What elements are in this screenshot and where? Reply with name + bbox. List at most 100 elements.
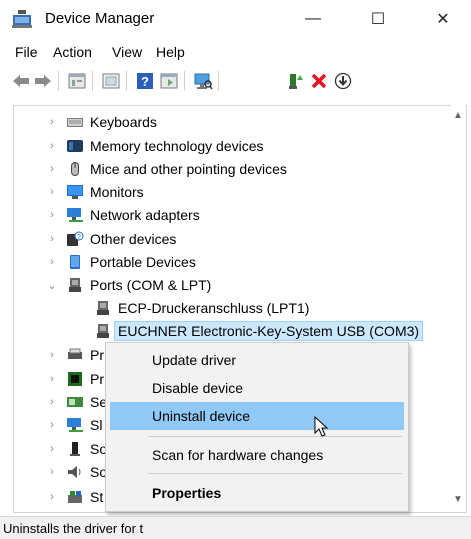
tree-item-label: Pr: [90, 347, 104, 363]
tree-item-memory-technology[interactable]: Memory technology devices: [66, 135, 264, 157]
status-text: Uninstalls the driver for t: [3, 521, 144, 536]
menu-item-label: Disable device: [152, 380, 244, 396]
properties-icon[interactable]: [66, 70, 88, 92]
toolbar: ?: [0, 66, 471, 98]
forward-icon[interactable]: [32, 70, 54, 92]
menu-item-label: Properties: [152, 485, 222, 501]
tree-item-ecp-port[interactable]: ECP-Druckeranschluss (LPT1): [94, 297, 309, 319]
expand-chevron-icon[interactable]: ›: [47, 391, 57, 413]
context-menu: Update driver Disable device Uninstall d…: [105, 342, 409, 512]
menu-separator: [148, 436, 402, 437]
scroll-up-icon[interactable]: ▲: [451, 107, 465, 123]
tree-item-ports[interactable]: Ports (COM & LPT): [66, 274, 211, 296]
menu-item-label: Uninstall device: [152, 408, 251, 424]
help-icon[interactable]: ?: [134, 70, 156, 92]
tree-item-keyboards[interactable]: Keyboards: [66, 111, 157, 133]
tree-item-print-queues[interactable]: Pr: [66, 344, 104, 366]
update-driver-menu-item[interactable]: Update driver: [110, 346, 404, 374]
scan-hardware-menu-item[interactable]: Scan for hardware changes: [110, 441, 404, 469]
port-icon: [69, 278, 81, 292]
tree-item-label: Ports (COM & LPT): [90, 277, 212, 293]
minimize-button[interactable]: —: [290, 0, 336, 38]
show-hidden-icon[interactable]: [100, 70, 122, 92]
expand-chevron-icon[interactable]: ›: [47, 228, 57, 250]
monitor-icon: [67, 185, 83, 199]
details-icon[interactable]: [158, 70, 180, 92]
tree-item-label: St: [90, 489, 104, 505]
svg-text:?: ?: [141, 74, 149, 89]
software-device-icon: [70, 442, 80, 456]
tree-item-label: Network adapters: [90, 207, 200, 223]
svg-text:?: ?: [77, 234, 81, 241]
close-button[interactable]: ✕: [420, 0, 466, 38]
window-title: Device Manager: [45, 10, 155, 27]
menu-help[interactable]: Help: [156, 44, 185, 60]
menu-view[interactable]: View: [112, 44, 142, 60]
expand-chevron-icon[interactable]: ›: [47, 111, 57, 133]
toolbar-separator: [126, 71, 127, 91]
status-bar: Uninstalls the driver for t: [0, 516, 471, 539]
tree-item-network-adapters[interactable]: Network adapters: [66, 204, 200, 226]
menu-bar: File Action View Help: [0, 40, 471, 64]
tree-item-portable-devices[interactable]: Portable Devices: [66, 251, 196, 273]
sound-icon: [68, 466, 81, 478]
tree-item-label: Other devices: [90, 231, 177, 247]
uninstall-device-menu-item[interactable]: Uninstall device: [110, 402, 404, 430]
menu-item-label: Scan for hardware changes: [152, 447, 324, 463]
disable-icon[interactable]: [332, 70, 354, 92]
mouse-icon: [71, 162, 79, 176]
update-driver-icon[interactable]: [285, 70, 307, 92]
tree-item-label: Sl: [90, 417, 103, 433]
maximize-button[interactable]: ☐: [355, 0, 401, 38]
tree-item-mice[interactable]: Mice and other pointing devices: [66, 158, 287, 180]
expand-chevron-icon[interactable]: ›: [47, 344, 57, 366]
tree-item-security[interactable]: Se: [66, 391, 107, 413]
tree-item-storage[interactable]: St: [66, 486, 103, 508]
security-icon: [67, 397, 83, 407]
mouse-cursor-icon: [314, 416, 329, 437]
expand-chevron-icon[interactable]: ›: [47, 158, 57, 180]
properties-menu-item[interactable]: Properties: [110, 479, 404, 507]
software-icon: [67, 418, 83, 432]
print-queue-icon: [68, 348, 82, 359]
tree-item-other-devices[interactable]: ? Other devices: [66, 228, 176, 250]
expand-chevron-icon[interactable]: ›: [47, 368, 57, 390]
tree-item-label: ECP-Druckeranschluss (LPT1): [118, 300, 310, 316]
storage-icon: [68, 491, 82, 503]
menu-item-label: Update driver: [152, 352, 237, 368]
vertical-scrollbar[interactable]: ▲ ▼: [451, 105, 465, 511]
toolbar-separator: [58, 71, 59, 91]
back-icon[interactable]: [10, 70, 32, 92]
other-devices-icon: ?: [67, 231, 84, 246]
scan-icon[interactable]: [192, 70, 214, 92]
expand-chevron-icon[interactable]: ›: [47, 486, 57, 508]
expand-chevron-icon[interactable]: ›: [47, 135, 57, 157]
menu-file[interactable]: File: [15, 44, 38, 60]
expand-chevron-icon[interactable]: ›: [47, 414, 57, 436]
tree-item-software-components[interactable]: Sl: [66, 414, 102, 436]
collapse-chevron-icon[interactable]: ⌄: [47, 274, 57, 296]
expand-chevron-icon[interactable]: ›: [47, 204, 57, 226]
tree-item-monitors[interactable]: Monitors: [66, 181, 144, 203]
uninstall-icon[interactable]: [308, 70, 330, 92]
memory-icon: [67, 140, 83, 152]
tree-item-label: Monitors: [90, 184, 144, 200]
tree-item-sound[interactable]: So: [66, 461, 107, 483]
scroll-down-icon[interactable]: ▼: [451, 491, 465, 507]
port-icon: [97, 324, 109, 338]
toolbar-separator: [184, 71, 185, 91]
disable-device-menu-item[interactable]: Disable device: [110, 374, 404, 402]
tree-item-software-devices[interactable]: So: [66, 438, 107, 460]
device-manager-icon: [12, 10, 32, 28]
expand-chevron-icon[interactable]: ›: [47, 438, 57, 460]
expand-chevron-icon[interactable]: ›: [47, 181, 57, 203]
tree-item-label: EUCHNER Electronic-Key-System USB (COM3): [114, 321, 424, 341]
keyboard-icon: [67, 118, 83, 127]
tree-item-processors[interactable]: Pr: [66, 368, 104, 390]
menu-separator: [148, 473, 402, 474]
menu-action[interactable]: Action: [53, 44, 92, 60]
expand-chevron-icon[interactable]: ›: [47, 251, 57, 273]
tree-item-label: Pr: [90, 371, 104, 387]
tree-item-euchner[interactable]: EUCHNER Electronic-Key-System USB (COM3): [94, 320, 424, 342]
expand-chevron-icon[interactable]: ›: [47, 461, 57, 483]
